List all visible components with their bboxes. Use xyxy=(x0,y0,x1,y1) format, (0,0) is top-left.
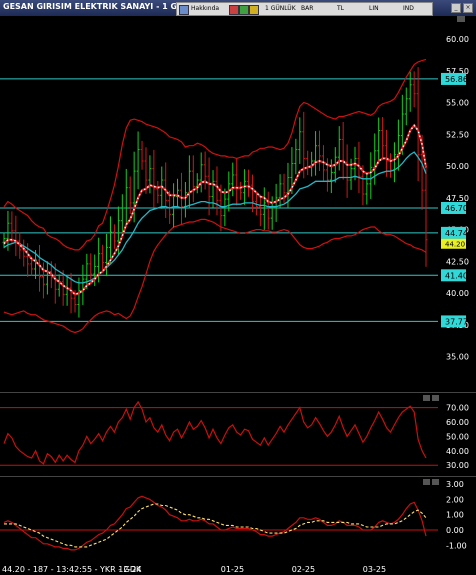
rsi-tick-label: 30.00 xyxy=(446,461,469,470)
price-level-label: 56.86 xyxy=(445,75,468,84)
chart-toolbar: Hakkında 1 GÜNLÜK BAR TL LIN IND xyxy=(176,2,433,16)
price-level-label: 44.74 xyxy=(445,229,468,238)
rsi-panel[interactable]: 30.00 40.00 50.00 60.00 70.00 xyxy=(0,392,476,475)
x-tick-label: 02-25 xyxy=(292,565,315,574)
macd-tick-label: 3.00 xyxy=(446,480,464,489)
macd-tick-label: 1.00 xyxy=(446,511,464,520)
macd-tick-label: 0.00 xyxy=(446,526,464,535)
price-tick-label: 55.00 xyxy=(446,99,469,108)
rsi-tick-label: 40.00 xyxy=(446,447,469,456)
close-icon[interactable]: × xyxy=(463,3,473,13)
toolbar-indicator-icon[interactable] xyxy=(239,5,249,15)
toolbar-color-icon[interactable] xyxy=(249,5,259,15)
price-tick-label: 35.00 xyxy=(446,353,469,362)
rsi-tick-label: 70.00 xyxy=(446,404,469,413)
price-tick-label: 60.00 xyxy=(446,35,469,44)
price-tick-label: 50.00 xyxy=(446,162,469,171)
price-level-label: 46.70 xyxy=(445,204,468,213)
macd-tick-label: 2.00 xyxy=(446,495,464,504)
toolbar-indicators[interactable]: IND xyxy=(403,4,414,14)
price-panel-button[interactable] xyxy=(457,16,465,22)
x-tick-label: 01-25 xyxy=(221,565,244,574)
x-axis: 44.20 - 187 - 13:42:55 - YKR - GDK 12-24… xyxy=(0,562,476,575)
toolbar-drawing-icon[interactable] xyxy=(229,5,239,15)
toolbar-menu-icon[interactable] xyxy=(179,5,189,15)
x-tick-label: 03-25 xyxy=(363,565,386,574)
price-tick-label: 52.50 xyxy=(446,130,469,139)
price-tick-label: 47.50 xyxy=(446,194,469,203)
rsi-panel-button[interactable] xyxy=(423,395,430,401)
price-tick-label: 40.00 xyxy=(446,289,469,298)
x-tick-label: 12-24 xyxy=(118,565,141,574)
price-chart[interactable]: 35.0037.5040.0042.5045.0047.5050.0052.50… xyxy=(0,16,476,390)
minimize-icon[interactable]: _ xyxy=(451,3,461,13)
rsi-tick-label: 60.00 xyxy=(446,418,469,427)
rsi-tick-label: 50.00 xyxy=(446,432,469,441)
toolbar-chart-type[interactable]: BAR xyxy=(301,4,313,14)
rsi-panel-close-icon[interactable] xyxy=(432,395,439,401)
price-tick-label: 42.50 xyxy=(446,257,469,266)
macd-panel-button[interactable] xyxy=(423,479,430,485)
toolbar-currency[interactable]: TL xyxy=(337,4,344,14)
toolbar-period[interactable]: 1 GÜNLÜK xyxy=(265,4,296,14)
macd-panel-close-icon[interactable] xyxy=(432,479,439,485)
macd-panel[interactable]: -1.00 0.00 1.00 2.00 3.00 xyxy=(0,476,476,559)
toolbar-scale[interactable]: LIN xyxy=(369,4,379,14)
last-price-label: 44.20 xyxy=(445,241,465,249)
toolbar-about[interactable]: Hakkında xyxy=(191,4,219,14)
macd-tick-label: -1.00 xyxy=(446,541,467,550)
window-titlebar: GESAN GIRISIM ELEKTRIK SANAYI - 1 Günlük… xyxy=(0,0,476,17)
price-level-label: 37.77 xyxy=(445,317,468,326)
price-level-label: 41.40 xyxy=(445,271,468,280)
